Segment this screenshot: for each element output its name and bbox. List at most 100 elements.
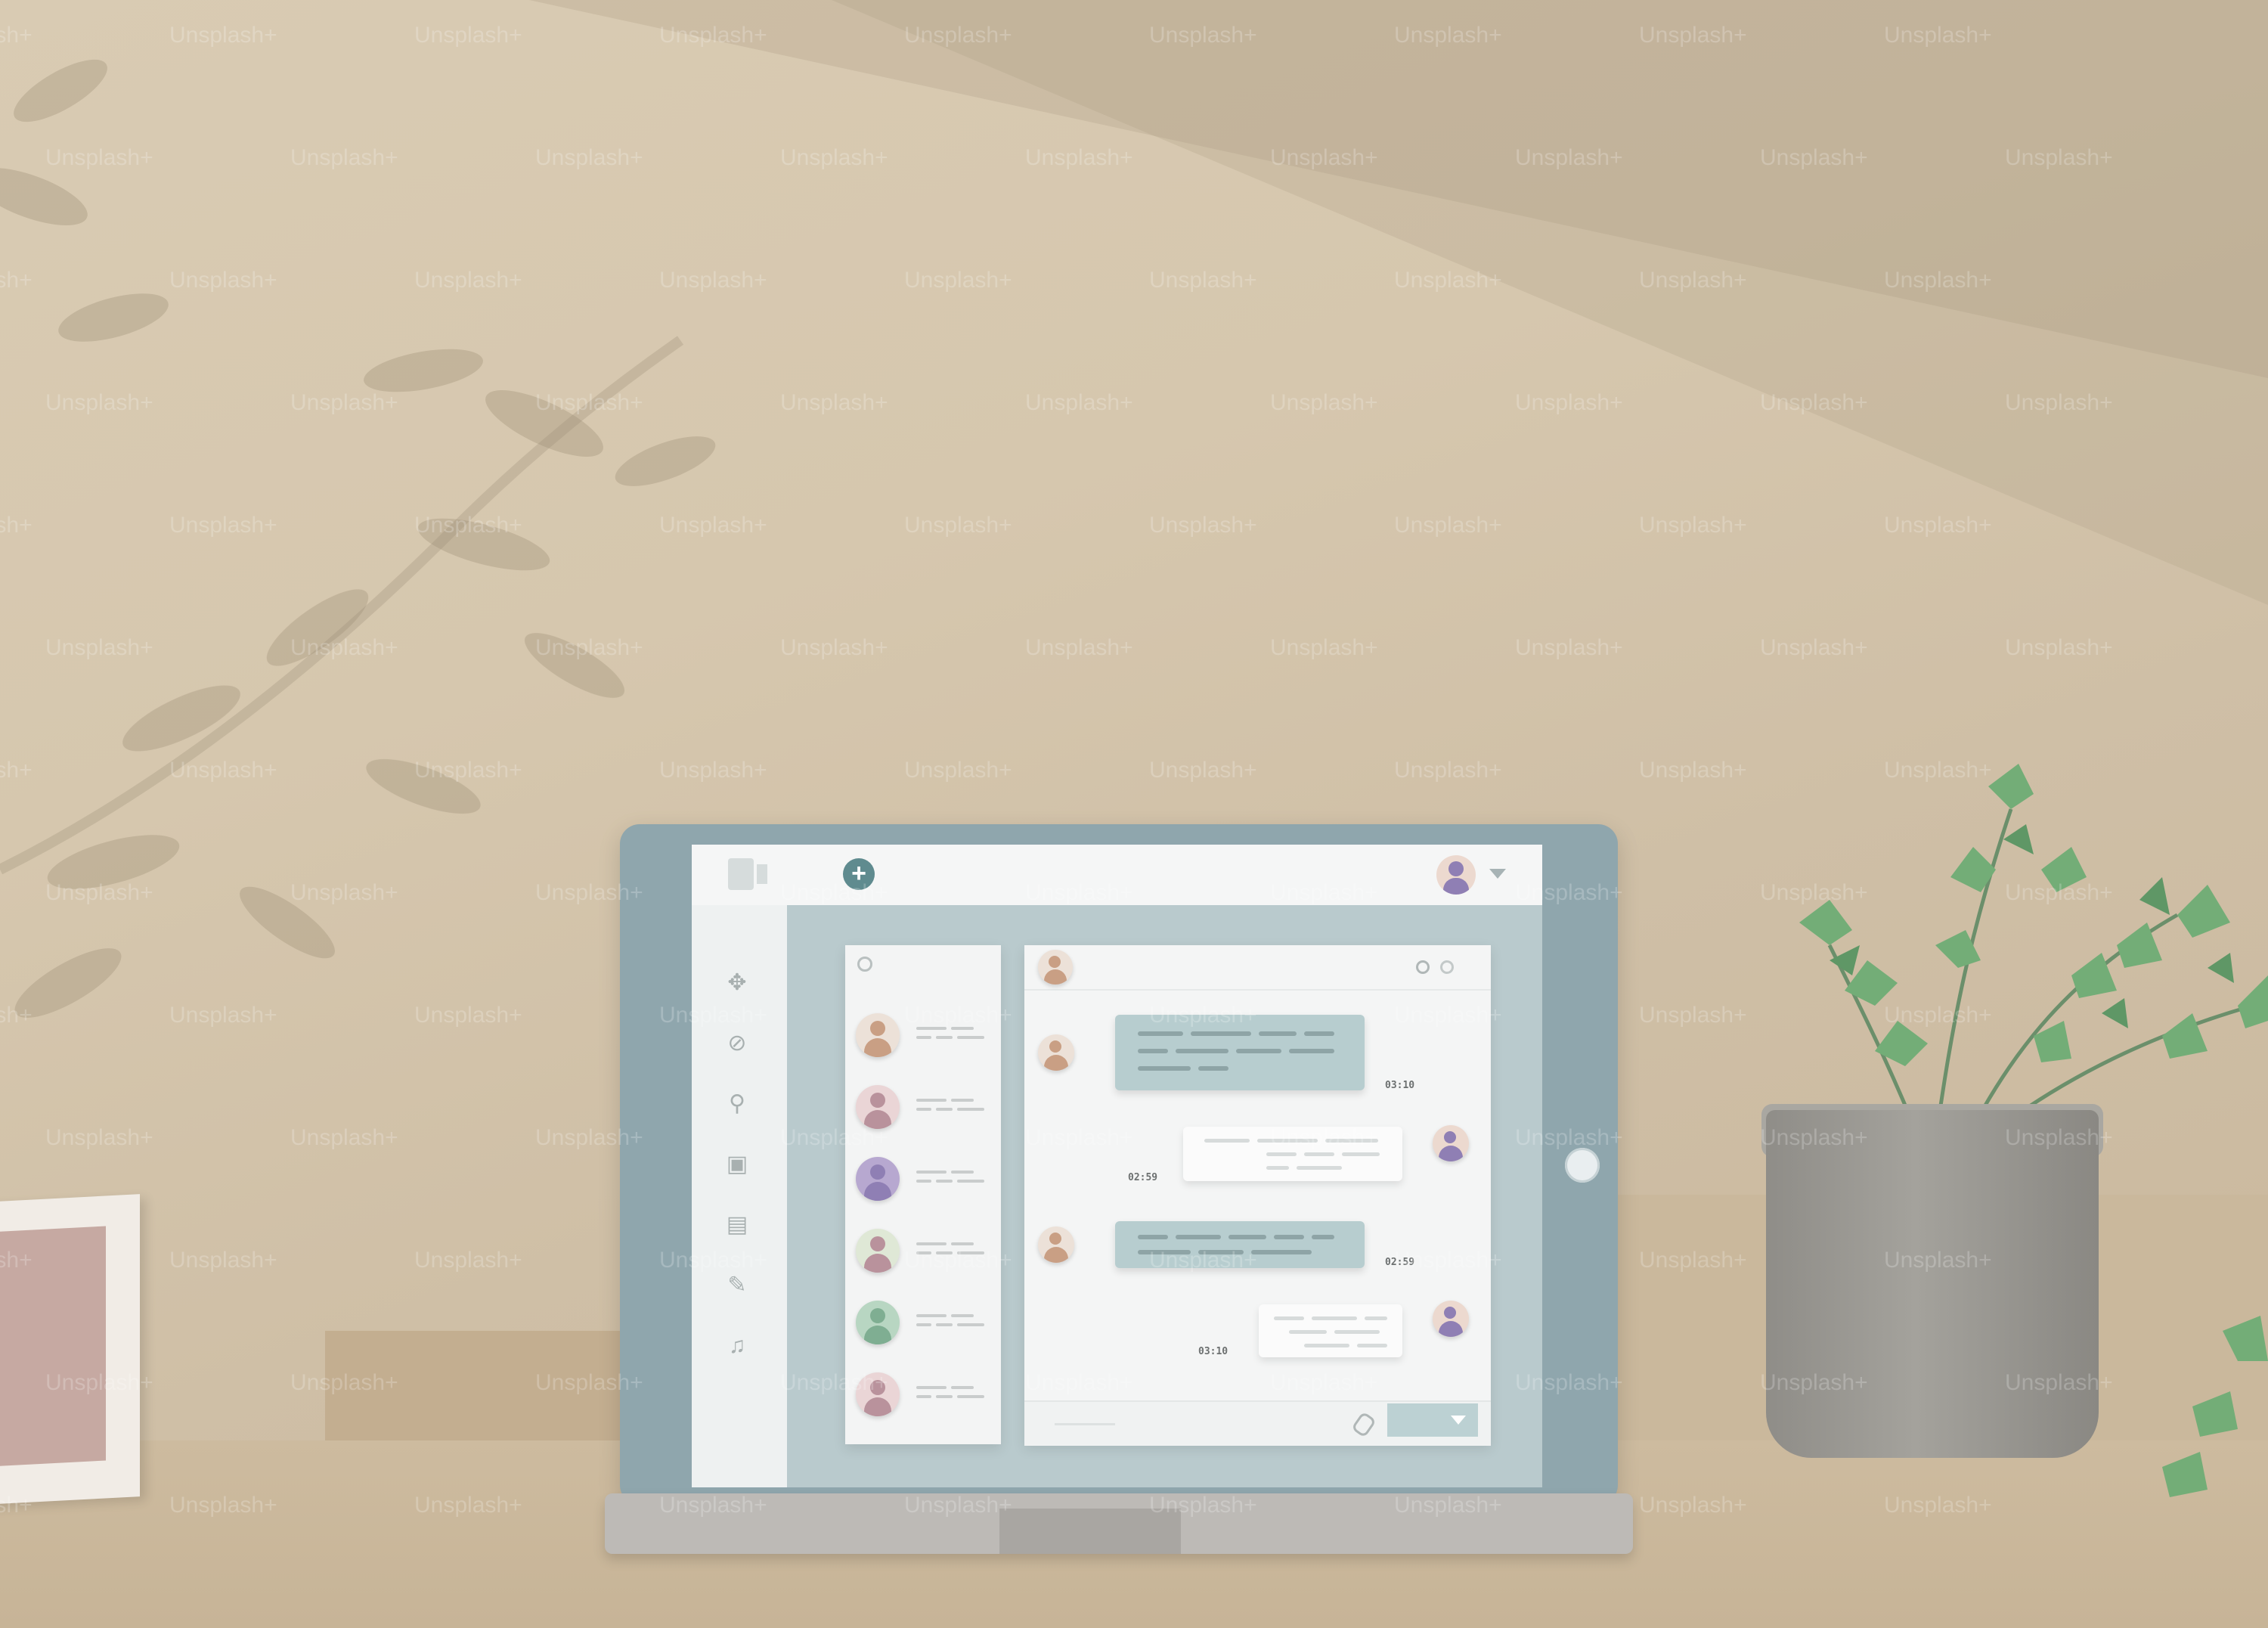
avatar [1433,1125,1469,1161]
watermark-text: Unsplash+ [1760,635,1868,660]
attachment-icon[interactable]: ✎ [723,1272,751,1299]
watermark-text: Unsplash+ [1025,635,1133,660]
watermark-text: Unsplash+ [290,635,398,660]
watermark-text: Unsplash+ [0,1493,33,1518]
watermark-text: Unsplash+ [1639,1248,1747,1273]
watermark-text: Unsplash+ [0,1248,33,1273]
watermark-text: Unsplash+ [1025,880,1133,905]
more-icon[interactable] [1440,960,1454,974]
watermark-text: Unsplash+ [780,390,888,415]
watermark-text: Unsplash+ [169,513,277,538]
watermark-text: Unsplash+ [904,758,1012,783]
watermark-text: Unsplash+ [1394,1493,1502,1518]
watermark-text: Unsplash+ [169,758,277,783]
search-icon[interactable]: ⚲ [723,1090,751,1118]
watermark-text: Unsplash+ [1394,268,1502,293]
avatar [1433,1301,1469,1337]
watermark-text: Unsplash+ [1515,390,1623,415]
watermark-text: Unsplash+ [290,145,398,170]
watermark-text: Unsplash+ [2005,635,2113,660]
watermark-text: Unsplash+ [414,23,522,48]
message-time: 03:10 [1385,1080,1415,1091]
watermark-text: Unsplash+ [1515,1125,1623,1150]
watermark-text: Unsplash+ [1760,1125,1868,1150]
video-camera-icon[interactable] [728,858,767,890]
settings-icon[interactable]: ⊘ [723,1030,751,1057]
chat-header [1024,945,1491,991]
watermark-text: Unsplash+ [1149,758,1257,783]
watermark-text: Unsplash+ [1884,268,1992,293]
watermark-text: Unsplash+ [780,1125,888,1150]
watermark-text: Unsplash+ [904,1493,1012,1518]
watermark-text: Unsplash+ [1884,23,1992,48]
watermark-text: Unsplash+ [1025,145,1133,170]
home-button[interactable] [1565,1148,1600,1183]
watermark-text: Unsplash+ [1270,1125,1378,1150]
move-icon[interactable]: ✥ [723,969,751,997]
avatar [1038,1034,1074,1071]
watermark-text: Unsplash+ [414,268,522,293]
watermark-text: Unsplash+ [2005,390,2113,415]
watermark-text: Unsplash+ [535,1125,643,1150]
watermark-text: Unsplash+ [290,880,398,905]
watermark-text: Unsplash+ [1025,390,1133,415]
watermark-text: Unsplash+ [1394,1248,1502,1273]
watermark-text: Unsplash+ [169,1248,277,1273]
search-icon[interactable] [1416,960,1430,974]
watermark-text: Unsplash+ [414,758,522,783]
watermark-text: Unsplash+ [1760,880,1868,905]
watermark-text: Unsplash+ [2005,880,2113,905]
bell-icon[interactable]: ♫ [723,1332,751,1360]
watermark-text: Unsplash+ [1270,880,1378,905]
save-icon[interactable]: ▣ [723,1151,751,1178]
watermark-text: Unsplash+ [169,1493,277,1518]
watermark-text: Unsplash+ [904,268,1012,293]
watermark-text: Unsplash+ [1884,1003,1992,1028]
user-avatar[interactable] [1436,855,1476,895]
watermark-text: Unsplash+ [414,1493,522,1518]
avatar [856,1013,900,1057]
avatar [856,1229,900,1273]
watermark-text: Unsplash+ [659,513,767,538]
watermark-text: Unsplash+ [659,1248,767,1273]
watermark-text: Unsplash+ [659,23,767,48]
attachment-icon[interactable] [1350,1411,1377,1438]
watermark-text: Unsplash+ [535,145,643,170]
watermark-text: Unsplash+ [1149,1493,1257,1518]
send-button[interactable] [1387,1403,1478,1437]
list-item[interactable] [856,1157,992,1202]
plant-leaves-right [2162,1316,2268,1497]
watermark-text: Unsplash+ [1639,758,1747,783]
watermark-text: Unsplash+ [1394,1003,1502,1028]
watermark-text: Unsplash+ [1760,145,1868,170]
plant-pot [1766,1110,2099,1458]
watermark-text: Unsplash+ [1270,635,1378,660]
chevron-down-icon[interactable] [1489,869,1506,879]
avatar [856,1301,900,1344]
search-icon[interactable] [857,957,872,972]
watermark-text: Unsplash+ [1025,1125,1133,1150]
watermark-text: Unsplash+ [1515,635,1623,660]
watermark-text: Unsplash+ [1884,1248,1992,1273]
document-icon[interactable]: ▤ [723,1211,751,1239]
watermark-text: Unsplash+ [1270,145,1378,170]
watermark-text: Unsplash+ [0,513,33,538]
watermark-text: Unsplash+ [780,635,888,660]
watermark-text: Unsplash+ [1394,23,1502,48]
list-item[interactable] [856,1085,992,1130]
watermark-text: Unsplash+ [2005,145,2113,170]
watermark-text: Unsplash+ [45,1125,153,1150]
input-placeholder-line [1055,1423,1115,1425]
list-item[interactable] [856,1301,992,1346]
watermark-text: Unsplash+ [1394,513,1502,538]
watermark-text: Unsplash+ [659,1003,767,1028]
watermark-text: Unsplash+ [290,1370,398,1395]
watermark-text: Unsplash+ [2005,1125,2113,1150]
watermark-text: Unsplash+ [1149,23,1257,48]
watermark-text: Unsplash+ [1760,390,1868,415]
watermark-text: Unsplash+ [535,390,643,415]
watermark-text: Unsplash+ [45,390,153,415]
avatar [1038,950,1073,985]
avatar [856,1157,900,1201]
watermark-text: Unsplash+ [904,1003,1012,1028]
